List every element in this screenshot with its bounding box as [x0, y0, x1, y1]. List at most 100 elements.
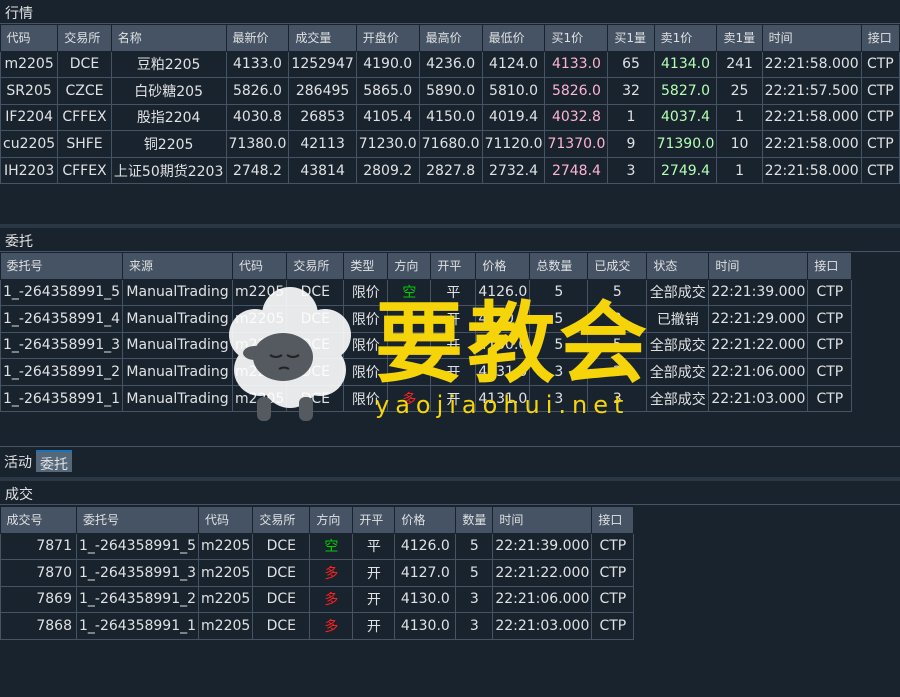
trades-cell: DCE — [252, 612, 311, 640]
orders-header-cell[interactable]: 委托号 — [0, 253, 124, 280]
market-header-cell[interactable]: 最新价 — [226, 25, 290, 52]
market-cell: 5826.0 — [225, 77, 290, 105]
trades-header-cell[interactable]: 代码 — [198, 507, 254, 534]
orders-cell: 开 — [430, 384, 477, 413]
trades-cell: 4126.0 — [394, 532, 457, 561]
market-row[interactable]: IF2204 CFFEX 股指2204 4030.8 26853 4105.4 4150.0… — [0, 103, 900, 132]
trades-row[interactable]: 7870 1_-264358991_3 m2205 DCE 多开 4127.0 5 22:21… — [0, 559, 635, 587]
orders-cell: 22:21:06.000 — [708, 358, 809, 386]
orders-header-cell[interactable]: 开平 — [430, 253, 477, 280]
orders-header-cell[interactable]: 交易所 — [286, 253, 345, 280]
market-header-cell[interactable]: 代码 — [0, 25, 59, 52]
market-header-cell[interactable]: 最低价 — [482, 25, 546, 52]
orders-header-cell[interactable]: 状态 — [646, 253, 710, 280]
market-cell: IH2203 — [0, 156, 59, 185]
market-cell: 铜2205 — [110, 130, 227, 158]
orders-header-cell[interactable]: 时间 — [708, 253, 809, 280]
market-row[interactable]: IH2203 CFFEX 上证50期货2203 2748.2 43814 2809.2 28… — [0, 156, 900, 185]
orders-cell: 4131.0 — [475, 358, 531, 386]
trades-header-cell[interactable]: 接口 — [591, 507, 635, 534]
market-cell: 26853 — [288, 103, 357, 132]
trades-cell: 7868 — [0, 612, 77, 640]
trades-header-cell[interactable]: 价格 — [394, 507, 457, 534]
orders-header-cell[interactable]: 来源 — [122, 253, 234, 280]
market-cell: 股指2204 — [110, 103, 227, 132]
trades-header-cell[interactable]: 方向 — [309, 507, 354, 534]
orders-row[interactable]: 1_-264358991_4 ManualTrading m2205 DCE 限价多开 4… — [0, 305, 853, 333]
orders-cell: 多 — [387, 358, 432, 386]
trades-cell: 22:21:03.000 — [492, 612, 593, 640]
trades-header-cell[interactable]: 时间 — [492, 507, 593, 534]
market-header-cell[interactable]: 成交量 — [288, 25, 357, 52]
orders-header-cell[interactable]: 代码 — [232, 253, 288, 280]
orders-cell: 22:21:29.000 — [708, 305, 809, 333]
tab-active-orders[interactable]: 活动 — [0, 450, 36, 472]
trades-header-cell[interactable]: 成交号 — [0, 507, 77, 534]
market-cell: 4190.0 — [355, 50, 420, 79]
market-header-cell[interactable]: 买1价 — [544, 25, 609, 52]
orders-header-cell[interactable]: 方向 — [387, 253, 432, 280]
market-row[interactable]: cu2205 SHFE 铜2205 71380.0 42113 71230.0 71680.… — [0, 130, 900, 158]
orders-row[interactable]: 1_-264358991_5 ManualTrading m2205 DCE 限价空平 4… — [0, 278, 853, 307]
market-header-cell[interactable]: 时间 — [762, 25, 862, 52]
trades-cell: 22:21:06.000 — [492, 585, 593, 614]
trades-header-cell[interactable]: 数量 — [455, 507, 494, 534]
orders-row[interactable]: 1_-264358991_2 ManualTrading m2205 DCE 限价多开 4… — [0, 358, 853, 386]
market-cell: 5827.0 — [653, 77, 718, 105]
market-row[interactable]: m2205 DCE 豆粕2205 4133.0 1252947 4190.0 4236.0 4… — [0, 50, 900, 79]
orders-cell: 1_-264358991_1 — [0, 384, 124, 413]
orders-cell: 22:21:03.000 — [708, 384, 809, 413]
market-cell: CFFEX — [57, 156, 112, 185]
market-cell: 10 — [716, 130, 763, 158]
orders-cell: ManualTrading — [122, 305, 234, 333]
market-header-cell[interactable]: 卖1价 — [654, 25, 718, 52]
market-header-cell[interactable]: 开盘价 — [356, 25, 420, 52]
market-cell: 4236.0 — [418, 50, 483, 79]
trades-header-cell[interactable]: 委托号 — [76, 507, 200, 534]
orders-header-cell[interactable]: 已成交 — [587, 253, 648, 280]
market-header-cell[interactable]: 卖1量 — [716, 25, 763, 52]
market-cell: 71370.0 — [544, 130, 609, 158]
orders-cell: 0 — [587, 305, 648, 333]
orders-cell: 22:21:39.000 — [708, 278, 809, 307]
trades-row[interactable]: 7868 1_-264358991_1 m2205 DCE 多开 4130.0 3 22:21… — [0, 612, 635, 640]
market-cell: 2809.2 — [355, 156, 420, 185]
orders-cell: 多 — [387, 384, 432, 413]
orders-header-cell[interactable]: 价格 — [475, 253, 531, 280]
orders-header-cell[interactable]: 类型 — [343, 253, 389, 280]
market-cell: IF2204 — [0, 103, 59, 132]
trades-row[interactable]: 7871 1_-264358991_5 m2205 DCE 空平 4126.0 5 22:21… — [0, 532, 635, 561]
market-row[interactable]: SR205 CZCE 白砂糖205 5826.0 286495 5865.0 5890.0 5… — [0, 77, 900, 105]
orders-cell: 1_-264358991_3 — [0, 331, 124, 360]
trades-cell: 多 — [309, 559, 354, 587]
orders-row[interactable]: 1_-264358991_1 ManualTrading m2205 DCE 限价多开 4… — [0, 384, 853, 413]
orders-cell: 5 — [587, 331, 648, 360]
market-cell: 5810.0 — [481, 77, 546, 105]
market-cell: 2748.4 — [544, 156, 609, 185]
market-header-cell[interactable]: 交易所 — [57, 25, 112, 52]
orders-cell: 3 — [529, 358, 589, 386]
trades-cell: CTP — [591, 585, 635, 614]
market-header-cell[interactable]: 最高价 — [419, 25, 483, 52]
market-header-cell[interactable]: 买1量 — [607, 25, 655, 52]
trades-header-cell[interactable]: 交易所 — [252, 507, 311, 534]
trades-cell: 7871 — [0, 532, 77, 561]
market-cell: 1252947 — [288, 50, 357, 79]
market-cell: 4133.0 — [544, 50, 609, 79]
market-cell: 22:21:57.500 — [761, 77, 862, 105]
market-cell: 白砂糖205 — [110, 77, 227, 105]
market-cell: 43814 — [288, 156, 357, 185]
trades-header-cell[interactable]: 开平 — [352, 507, 396, 534]
trades-cell: DCE — [252, 559, 311, 587]
orders-cell: 1_-264358991_5 — [0, 278, 124, 307]
orders-row[interactable]: 1_-264358991_3 ManualTrading m2205 DCE 限价多开 4… — [0, 331, 853, 360]
orders-header-cell[interactable]: 总数量 — [529, 253, 589, 280]
market-header-cell[interactable]: 名称 — [111, 25, 227, 52]
trades-cell: CTP — [591, 532, 635, 561]
orders-cell: 已撤销 — [646, 305, 710, 333]
market-cell: CTP — [860, 156, 900, 185]
trades-row[interactable]: 7869 1_-264358991_2 m2205 DCE 多开 4130.0 3 22:21… — [0, 585, 635, 614]
orders-header-cell[interactable]: 接口 — [807, 253, 853, 280]
market-header-cell[interactable]: 接口 — [861, 25, 900, 52]
tab-orders[interactable]: 委托 — [36, 450, 72, 473]
